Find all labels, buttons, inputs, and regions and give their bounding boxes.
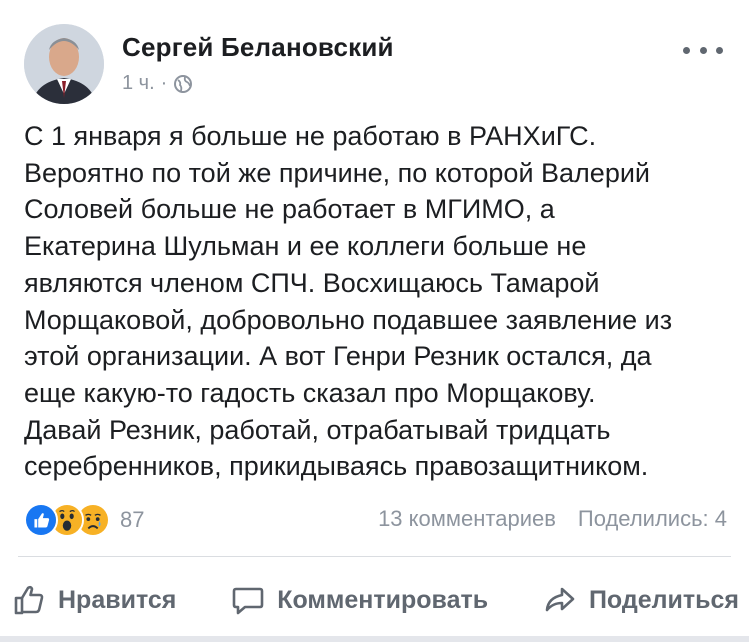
post-timestamp[interactable]: 1 ч. <box>122 72 155 95</box>
comment-button[interactable]: Комментировать <box>231 583 488 617</box>
post-text-line: этой организации. А вот Генри Резник ост… <box>24 341 652 372</box>
share-button[interactable]: Поделиться <box>543 583 739 617</box>
reactions-summary[interactable]: 87 <box>24 500 144 540</box>
comments-count[interactable]: 13 комментариев <box>378 506 556 532</box>
post-meta: 1 ч. · <box>122 72 193 95</box>
reaction-count[interactable]: 87 <box>120 507 144 533</box>
more-dot-icon <box>699 46 707 54</box>
post-text-line: С 1 января я больше не работаю в РАНХиГС… <box>24 121 597 151</box>
divider <box>18 556 731 557</box>
like-reaction-icon <box>24 503 58 537</box>
meta-separator: · <box>160 72 168 94</box>
comment-label: Комментировать <box>277 585 489 614</box>
author-name[interactable]: Сергей Белановский <box>122 32 394 63</box>
post-text-line: Давай Резник, работай, отрабатывай тридц… <box>24 414 611 445</box>
post-text-line: Екатерина Шульман и ее коллеги больше не <box>24 231 587 262</box>
facebook-post: Сергей Белановский 1 ч. · С 1 января я б… <box>0 0 749 642</box>
post-text-line: серебренников, прикидываясь правозащитни… <box>24 451 649 482</box>
post-text-line: еще какую-то гадость сказал про Морщаков… <box>24 377 596 408</box>
bottom-separator <box>0 636 749 642</box>
post-text: С 1 января я больше не работаю в РАНХиГС… <box>24 118 729 485</box>
globe-icon <box>174 74 193 93</box>
post-text-line: являются членом СПЧ. Восхищаюсь Тамарой <box>24 267 600 298</box>
post-text-line: Вероятно по той же причине, по которой В… <box>24 157 650 188</box>
post-text-line: Морщаковой, добровольно подавшее заявлен… <box>24 304 673 335</box>
more-dot-icon <box>683 46 690 54</box>
shares-count[interactable]: Поделились: 4 <box>578 506 727 532</box>
thumbs-up-icon <box>14 585 44 615</box>
post-text-line: Соловей больше не работает в МГИМО, а <box>24 194 555 225</box>
more-dot-icon <box>716 46 723 54</box>
share-arrow-icon <box>545 587 575 612</box>
share-label: Поделиться <box>588 585 739 614</box>
author-avatar[interactable] <box>24 24 104 104</box>
more-options-button[interactable] <box>683 40 723 60</box>
like-label: Нравится <box>58 585 177 614</box>
avatar-image <box>24 24 104 104</box>
like-button[interactable]: Нравится <box>12 583 176 617</box>
action-bar: Нравится Комментировать Поделиться <box>0 572 749 628</box>
post-header: Сергей Белановский 1 ч. · <box>24 24 725 104</box>
post-stats: 13 комментариев Поделились: 4 <box>378 506 727 532</box>
comment-icon <box>232 587 264 615</box>
